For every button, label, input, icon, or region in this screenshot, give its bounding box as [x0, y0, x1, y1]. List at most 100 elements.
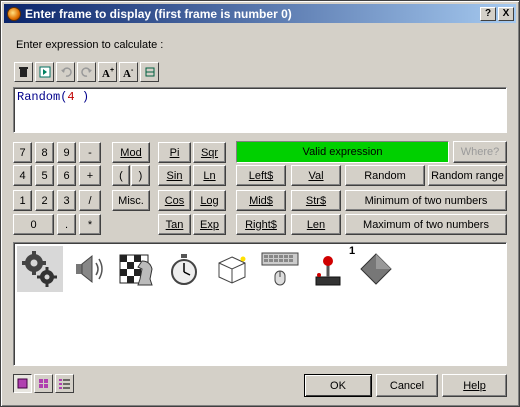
len-label: Len [306, 218, 326, 231]
tan-label: Tan [165, 218, 184, 231]
joystick-icon[interactable] [305, 246, 351, 292]
key-8[interactable]: 8 [35, 142, 54, 163]
key-2[interactable]: 2 [35, 190, 54, 211]
key-1[interactable]: 1 [13, 190, 32, 211]
str-button[interactable]: Str$ [291, 190, 341, 211]
small-icons-icon [39, 379, 48, 388]
diamond-icon[interactable] [353, 246, 399, 292]
expression-editor[interactable]: Random(4 ) [13, 87, 507, 133]
left-label: Left$ [248, 169, 274, 182]
where-button[interactable]: Where? [453, 141, 507, 163]
len-button[interactable]: Len [291, 214, 341, 235]
insert-icon [39, 66, 50, 78]
log-button[interactable]: Log [193, 190, 226, 211]
key-4[interactable]: 4 [13, 165, 32, 186]
svg-text:A: A [102, 68, 110, 78]
maximum-button[interactable]: Maximum of two numbers [345, 214, 507, 235]
key-plus[interactable]: + [79, 165, 101, 186]
stopwatch-icon[interactable] [161, 246, 207, 292]
close-button[interactable]: X [498, 6, 514, 21]
key-9[interactable]: 9 [57, 142, 76, 163]
gears-icon[interactable] [17, 246, 63, 292]
help-label: Help [463, 379, 486, 392]
right-button[interactable]: Right$ [236, 214, 286, 235]
key-multiply[interactable]: * [79, 214, 101, 235]
expression-function: Random( [17, 90, 68, 104]
paren-open-button[interactable]: ( [112, 165, 130, 186]
sin-button[interactable]: Sin [158, 165, 191, 186]
object-list: 1 [13, 242, 507, 366]
sin-label: Sin [166, 169, 183, 182]
large-icons-view-button[interactable] [13, 374, 32, 393]
window-title: Enter frame to display (first frame is n… [25, 6, 292, 21]
pi-label: Pi [169, 146, 180, 159]
font-decrease-icon: A- [123, 67, 134, 78]
help-title-button[interactable]: ? [480, 6, 496, 21]
cos-button[interactable]: Cos [158, 190, 191, 211]
mid-button[interactable]: Mid$ [236, 190, 286, 211]
cube-icon[interactable] [209, 246, 255, 292]
key-divide[interactable]: / [79, 190, 101, 211]
app-icon [7, 6, 21, 21]
log-label: Log [200, 194, 219, 207]
mod-label: Mod [120, 146, 142, 159]
key-0[interactable]: 0 [13, 214, 54, 235]
font-decrease-button[interactable]: A- [119, 62, 138, 82]
help-button[interactable]: Help [442, 374, 507, 397]
val-label: Val [308, 169, 324, 182]
redo-icon [80, 67, 92, 77]
font-increase-icon: A + [102, 67, 114, 78]
key-minus[interactable]: - [79, 142, 101, 163]
key-3[interactable]: 3 [57, 190, 76, 211]
dialog-window: Enter frame to display (first frame is n… [0, 0, 520, 407]
val-button[interactable]: Val [291, 165, 341, 186]
undo-icon [60, 67, 72, 77]
paren-close-button[interactable]: ) [131, 165, 150, 186]
key-6[interactable]: 6 [57, 165, 76, 186]
ln-button[interactable]: Ln [193, 165, 226, 186]
format-button[interactable] [140, 62, 159, 82]
mid-label: Mid$ [249, 194, 273, 207]
title-bar: Enter frame to display (first frame is n… [4, 4, 516, 23]
list-view-button[interactable] [55, 374, 74, 393]
format-icon [145, 67, 154, 77]
str-label: Str$ [305, 194, 327, 207]
svg-text:+: + [110, 67, 114, 74]
speaker-icon[interactable] [65, 246, 111, 292]
undo-button[interactable] [56, 62, 75, 82]
insert-button[interactable] [35, 62, 54, 82]
key-7[interactable]: 7 [13, 142, 32, 163]
small-icons-view-button[interactable] [34, 374, 53, 393]
exp-label: Exp [200, 218, 219, 231]
ln-label: Ln [203, 169, 216, 182]
validation-status: Valid expression [236, 141, 449, 163]
left-button[interactable]: Left$ [236, 165, 286, 186]
random-range-button[interactable]: Random range [428, 165, 507, 186]
list-icon [59, 379, 70, 389]
exp-button[interactable]: Exp [193, 214, 226, 235]
cancel-button[interactable]: Cancel [376, 374, 438, 397]
delete-button[interactable] [14, 62, 33, 82]
chess-icon[interactable] [113, 246, 159, 292]
font-increase-button[interactable]: A + [98, 62, 117, 82]
key-dot[interactable]: . [57, 214, 76, 235]
prompt-label: Enter expression to calculate : [16, 39, 164, 51]
pi-button[interactable]: Pi [158, 142, 191, 163]
minimum-button[interactable]: Minimum of two numbers [345, 190, 507, 211]
sqr-label: Sqr [200, 146, 219, 159]
tan-button[interactable]: Tan [158, 214, 191, 235]
mod-button[interactable]: Mod [112, 142, 150, 163]
editor-toolbar: A + A- [14, 62, 159, 83]
key-5[interactable]: 5 [35, 165, 54, 186]
ok-button[interactable]: OK [304, 374, 372, 397]
expression-close: ) [74, 90, 90, 104]
right-label: Right$ [245, 218, 277, 231]
keyboard-mouse-icon[interactable] [257, 246, 303, 292]
cos-label: Cos [164, 194, 185, 207]
sqr-button[interactable]: Sqr [193, 142, 226, 163]
svg-text:A: A [123, 68, 131, 78]
random-button[interactable]: Random [345, 165, 425, 186]
svg-text:-: - [131, 67, 134, 74]
redo-button[interactable] [77, 62, 96, 82]
misc-button[interactable]: Misc. [112, 190, 150, 211]
